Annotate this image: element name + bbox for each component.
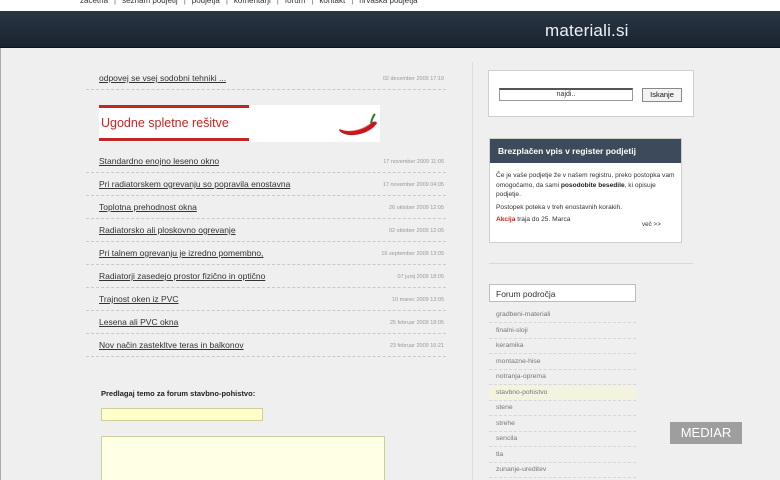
post-item: Radiatorji zasedejo prostor fizično in o… [86, 265, 446, 288]
post-item: Standardno enojno leseno okno 17 november… [86, 150, 446, 173]
nav-item: | podjetja [178, 0, 220, 5]
post-date: 02 oktober 2009 12:05 [388, 228, 444, 234]
post-item: Lesena ali PVC okna 25 februar 2009 18:05 [86, 311, 446, 334]
nav-link[interactable]: podjetja [192, 0, 220, 5]
post-item: Pri radiatorskem ogrevanju so popravila … [86, 173, 446, 196]
post-item: Toplotna prehodnost okna 26 oktober 2009 … [86, 196, 446, 219]
forum-category-link[interactable]: keramika [489, 339, 636, 354]
search-input[interactable]: najdi.. [499, 88, 633, 101]
akcija-text: traja do 25. Marca [515, 216, 571, 224]
akcija-label: Akcija [496, 216, 516, 224]
forum-category-link[interactable]: gradbeni-materiali [489, 308, 636, 323]
column-divider [472, 62, 473, 480]
forum-category-link[interactable]: sencila [489, 432, 636, 447]
nav-separator: | [114, 0, 117, 5]
nav-separator: | [311, 0, 314, 5]
suggest-topic-textarea[interactable] [101, 436, 385, 480]
nav-link[interactable]: začetna [80, 0, 108, 5]
top-navigation: začetna | seznam podjetij | podjetja | komenta… [0, 0, 780, 11]
nav-link[interactable]: forum [285, 0, 305, 5]
mediar-badge[interactable]: MEDIAR [670, 422, 742, 444]
site-logo[interactable]: materiali.si [545, 21, 629, 41]
register-promo-text: Če je vaše podjetje že v našem registru,… [496, 171, 676, 228]
ad-text: Ugodne spletne rešitve [101, 116, 229, 130]
search-button[interactable]: Iskanje [642, 88, 682, 102]
suggest-topic-input[interactable] [101, 408, 263, 421]
post-title-link[interactable]: Trajnost oken iz PVC [99, 294, 179, 304]
sidebar-divider [489, 263, 693, 264]
register-promo-box: Brezplačen vpis v register podjetij Če j… [489, 138, 682, 243]
post-date: 07 junij 2009 18:05 [397, 274, 444, 280]
post-date: 16 september 2009 13:05 [381, 251, 444, 257]
register-text-steps: Postopek poteka v treh enostavnih koraki… [496, 203, 623, 211]
post-date: 23 februar 2009 16:21 [389, 343, 444, 349]
nav-item: | forum [271, 0, 306, 5]
forum-areas-heading: Forum področja [489, 284, 636, 302]
nav-item: začetna [80, 0, 108, 5]
left-frame-line [0, 48, 1, 480]
nav-link[interactable]: komentarji [234, 0, 271, 5]
ad-bottom-stripe [99, 138, 249, 141]
nav-link[interactable]: hrvaška podjetja [359, 0, 417, 5]
post-date: 10 marec 2009 13:05 [392, 297, 444, 303]
post-title-link[interactable]: Lesena ali PVC okna [99, 317, 178, 327]
post-title-link[interactable]: Radiatorji zasedejo prostor fizično in o… [99, 271, 265, 281]
post-item: Pri talnem ogrevanju je izredno pomembno… [86, 242, 446, 265]
forum-category-link[interactable]: stene [489, 401, 636, 416]
post-item-top: odpovej se vsej sodobni tehniki ... 02 d… [86, 67, 446, 90]
register-promo-title: Brezplačen vpis v register podjetij [490, 139, 681, 163]
post-title-link[interactable]: Pri radiatorskem ogrevanju so popravila … [99, 179, 290, 189]
nav-item: | hrvaška podjetja [345, 0, 417, 5]
post-date: 17 november 2009 04:05 [382, 182, 444, 188]
post-date: 25 februar 2009 18:05 [389, 320, 444, 326]
nav-separator: | [351, 0, 354, 5]
header-banner: materiali.si [0, 11, 780, 48]
forum-category-link[interactable]: notranja-oprema [489, 370, 636, 385]
post-title-link[interactable]: Pri talnem ogrevanju je izredno pomembno… [99, 248, 263, 258]
post-title-link[interactable]: Radiatorsko ali ploskovno ogrevanje [99, 225, 236, 235]
suggest-topic-label: Predlagaj temo za forum stavbno-pohistvo… [101, 389, 256, 398]
post-title-link[interactable]: Nov način zastekltve teras in balkonov [99, 340, 244, 350]
forum-category-link[interactable]: tla [489, 448, 636, 463]
forum-category-link[interactable]: zunanje-ureditev [489, 463, 636, 478]
post-title-link[interactable]: Toplotna prehodnost okna [99, 202, 197, 212]
post-title-link[interactable]: Standardno enojno leseno okno [99, 156, 219, 166]
nav-separator: | [276, 0, 279, 5]
ad-banner[interactable]: Ugodne spletne rešitve [99, 105, 380, 142]
nav-item: | seznam podjetij [108, 0, 178, 5]
nav-link[interactable]: kontakt [319, 0, 345, 5]
post-item: Nov način zastekltve teras in balkonov 23… [86, 334, 446, 357]
post-date: 17 november 2009 11:05 [383, 159, 444, 165]
chili-pepper-icon [339, 113, 377, 136]
post-date: 02 december 2009 17:19 [382, 76, 444, 82]
nav-item: | komentarji [220, 0, 271, 5]
search-box: najdi.. Iskanje [488, 70, 694, 117]
forum-category-link[interactable]: montazne-hise [489, 355, 636, 370]
nav-link[interactable]: seznam podjetij [122, 0, 178, 5]
forum-category-link[interactable]: stavbno-pohistvo [489, 385, 636, 401]
nav-list: začetna | seznam podjetij | podjetja | komenta… [80, 0, 418, 5]
forum-category-link[interactable]: finalni-sloji [489, 324, 636, 339]
post-item: Trajnost oken iz PVC 10 marec 2009 13:05 [86, 288, 446, 311]
nav-item: | kontakt [305, 0, 345, 5]
nav-separator: | [183, 0, 186, 5]
post-item: Radiatorsko ali ploskovno ogrevanje 02 ok… [86, 219, 446, 242]
forum-category-link[interactable]: strehe [489, 417, 636, 432]
nav-separator: | [225, 0, 228, 5]
register-text-bold: posodobite besedile [560, 181, 625, 189]
register-more-link[interactable]: več >> [642, 221, 661, 228]
post-title-link[interactable]: odpovej se vsej sodobni tehniki ... [99, 73, 226, 83]
ad-top-stripe [99, 105, 249, 108]
post-date: 26 oktober 2009 12:05 [388, 205, 444, 211]
